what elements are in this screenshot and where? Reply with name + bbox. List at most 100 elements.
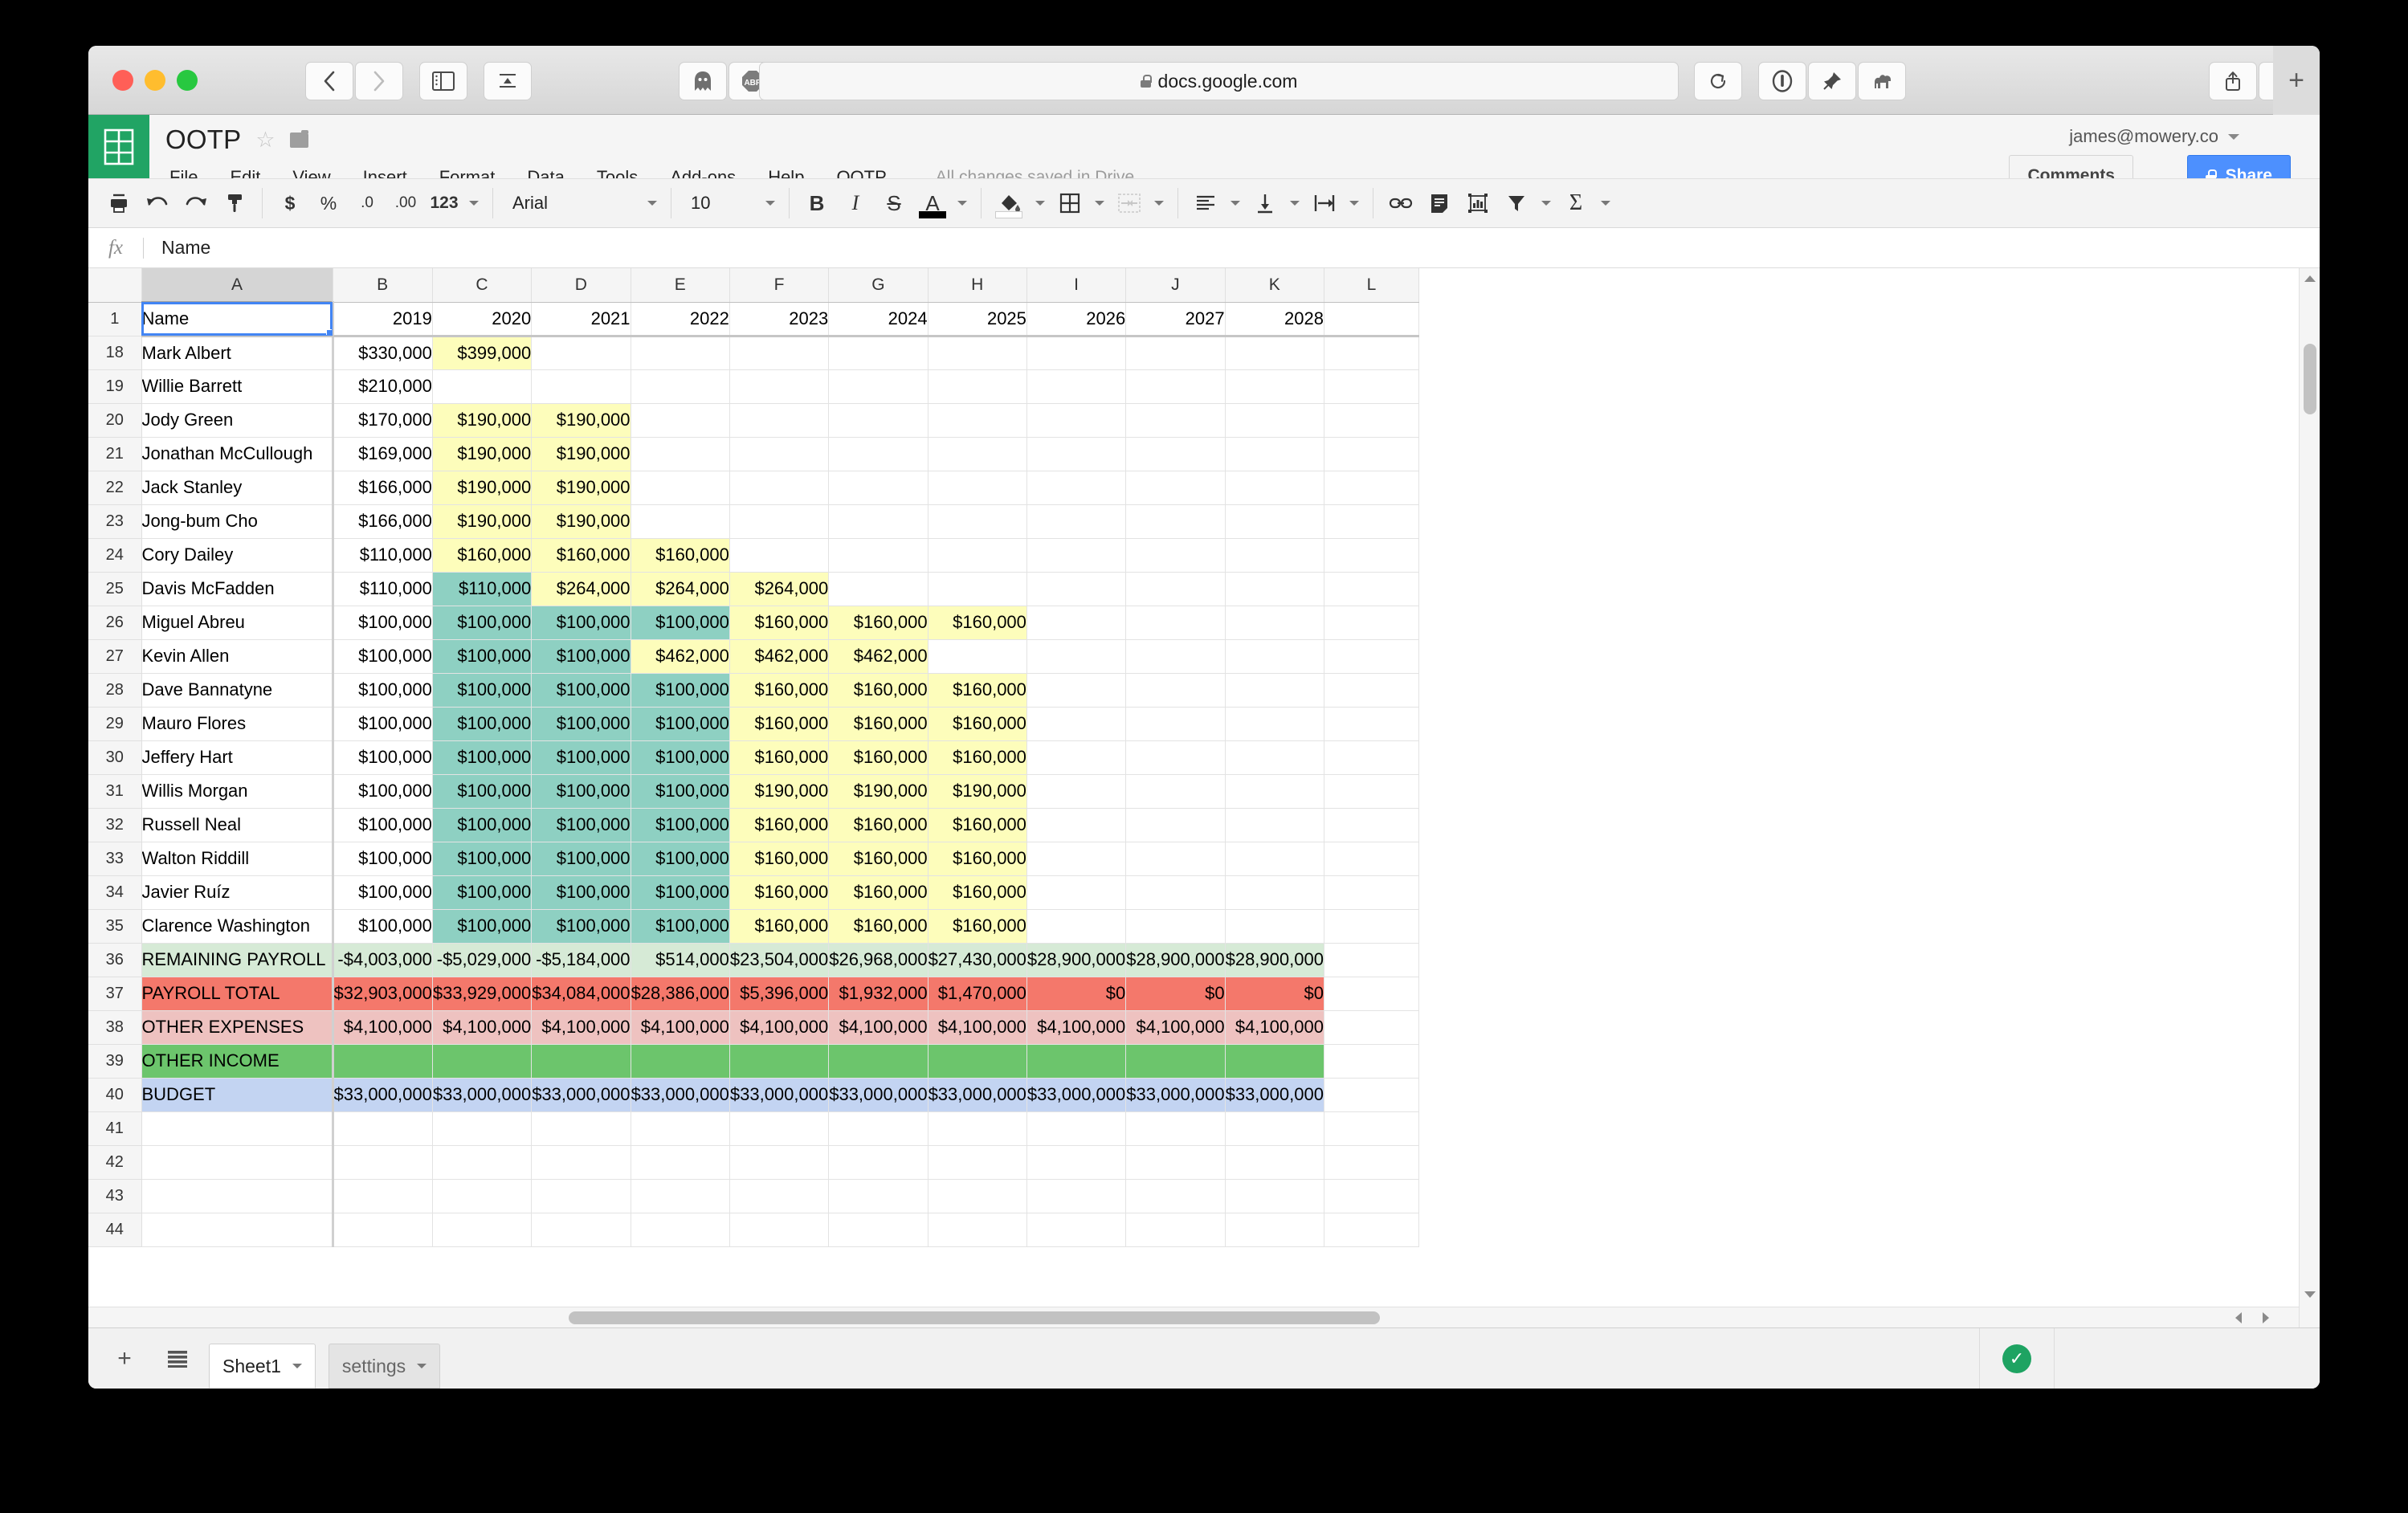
cell-value[interactable] [631, 403, 729, 437]
horizontal-align-icon[interactable] [1189, 186, 1222, 221]
cell-value[interactable] [829, 538, 928, 572]
cell-value[interactable] [333, 1179, 432, 1213]
cell-value[interactable] [829, 403, 928, 437]
vertical-scroll-thumb[interactable] [2304, 344, 2316, 414]
sheet-tab-settings[interactable]: settings [329, 1344, 440, 1389]
cell-value[interactable]: $100,000 [333, 639, 432, 673]
cell-value[interactable]: $100,000 [532, 808, 631, 842]
cell-value[interactable] [1324, 369, 1418, 403]
cell-label[interactable] [141, 1179, 333, 1213]
formula-input[interactable]: Name [161, 237, 210, 259]
cell-value[interactable] [631, 1111, 729, 1145]
cell-value[interactable] [1026, 369, 1125, 403]
cell-label[interactable]: REMAINING PAYROLL [141, 943, 333, 977]
cell-value[interactable]: $100,000 [532, 639, 631, 673]
cell-value[interactable]: $100,000 [333, 875, 432, 909]
cell-value[interactable]: $4,100,000 [829, 1010, 928, 1044]
cell-value[interactable] [928, 1044, 1026, 1078]
cell-value[interactable]: $100,000 [432, 707, 531, 740]
row-header-33[interactable]: 33 [88, 842, 141, 875]
cell-value[interactable]: $100,000 [432, 774, 531, 808]
cell-value[interactable]: $33,000,000 [1026, 1078, 1125, 1111]
cell-value[interactable] [1126, 909, 1225, 943]
cell-value[interactable] [928, 1179, 1026, 1213]
cell-value[interactable]: $100,000 [432, 606, 531, 639]
cell-value[interactable] [1225, 538, 1324, 572]
cell-value[interactable] [1026, 606, 1125, 639]
page-title[interactable]: OOTP [165, 124, 241, 155]
row-header-31[interactable]: 31 [88, 774, 141, 808]
cell-value[interactable]: $160,000 [829, 842, 928, 875]
cell-value[interactable] [1026, 504, 1125, 538]
cell-value[interactable] [928, 369, 1026, 403]
cell-value[interactable]: $100,000 [532, 673, 631, 707]
reader-icon[interactable] [484, 62, 532, 100]
cell-value[interactable]: $100,000 [532, 909, 631, 943]
cell-value[interactable] [532, 1213, 631, 1246]
cell-value[interactable] [928, 538, 1026, 572]
column-header-b[interactable]: B [333, 268, 432, 302]
cell-header-year[interactable]: 2022 [631, 302, 729, 336]
cell-value[interactable] [631, 1179, 729, 1213]
cell-label[interactable]: OTHER INCOME [141, 1044, 333, 1078]
cell-value[interactable] [829, 1213, 928, 1246]
cell-value[interactable] [1225, 875, 1324, 909]
cell-label[interactable]: Javier Ruíz [141, 875, 333, 909]
cell-value[interactable] [928, 471, 1026, 504]
cell-value[interactable] [729, 538, 828, 572]
chevron-down-icon[interactable] [292, 1364, 302, 1368]
cell-value[interactable]: $190,000 [432, 403, 531, 437]
cell-value[interactable] [432, 1179, 531, 1213]
cell-value[interactable] [1324, 538, 1418, 572]
cell-label[interactable]: Clarence Washington [141, 909, 333, 943]
row-header-41[interactable]: 41 [88, 1111, 141, 1145]
cell-value[interactable]: $100,000 [432, 740, 531, 774]
cell-value[interactable]: $100,000 [432, 808, 531, 842]
number-format-chevron-down-icon[interactable] [466, 186, 482, 221]
cell-value[interactable]: $210,000 [333, 369, 432, 403]
cell-value[interactable] [1324, 707, 1418, 740]
new-tab-icon[interactable]: + [2273, 46, 2320, 115]
cell-value[interactable] [729, 336, 828, 369]
insert-link-icon[interactable] [1384, 186, 1418, 221]
column-header-g[interactable]: G [829, 268, 928, 302]
cell-label[interactable]: BUDGET [141, 1078, 333, 1111]
cell-value[interactable]: $110,000 [333, 538, 432, 572]
cell-value[interactable] [1324, 504, 1418, 538]
column-header-f[interactable]: F [729, 268, 828, 302]
cell-label[interactable]: Jody Green [141, 403, 333, 437]
cell-value[interactable] [1126, 808, 1225, 842]
row-header-19[interactable]: 19 [88, 369, 141, 403]
cell-value[interactable]: $160,000 [928, 740, 1026, 774]
cell-value[interactable]: $399,000 [432, 336, 531, 369]
cell-value[interactable] [631, 1044, 729, 1078]
cell-value[interactable]: $166,000 [333, 471, 432, 504]
cell-label[interactable]: Mauro Flores [141, 707, 333, 740]
cell-value[interactable] [1225, 1213, 1324, 1246]
cell-value[interactable] [432, 1044, 531, 1078]
cell-value[interactable] [928, 403, 1026, 437]
cell-value[interactable] [1225, 403, 1324, 437]
cell-value[interactable]: $160,000 [729, 875, 828, 909]
cell-value[interactable] [1324, 842, 1418, 875]
cell-value[interactable]: $160,000 [928, 875, 1026, 909]
cell-value[interactable]: $160,000 [829, 707, 928, 740]
cell-value[interactable]: $160,000 [829, 606, 928, 639]
row-header-44[interactable]: 44 [88, 1213, 141, 1246]
cell-value[interactable] [1126, 403, 1225, 437]
cell-value[interactable]: $100,000 [333, 606, 432, 639]
cell-label[interactable]: Jack Stanley [141, 471, 333, 504]
cell-value[interactable] [333, 1213, 432, 1246]
forward-icon[interactable] [355, 62, 403, 100]
text-wrapping-icon[interactable] [1308, 186, 1341, 221]
italic-button[interactable]: I [839, 186, 872, 221]
cell-value[interactable]: $5,396,000 [729, 977, 828, 1010]
cell-value[interactable]: $100,000 [333, 707, 432, 740]
cell-value[interactable]: $4,100,000 [729, 1010, 828, 1044]
cell-value[interactable] [1324, 1213, 1418, 1246]
cell-label[interactable]: Miguel Abreu [141, 606, 333, 639]
cell-value[interactable] [1324, 1111, 1418, 1145]
cell-value[interactable] [928, 504, 1026, 538]
cell-label[interactable]: Kevin Allen [141, 639, 333, 673]
cell-value[interactable] [432, 1111, 531, 1145]
